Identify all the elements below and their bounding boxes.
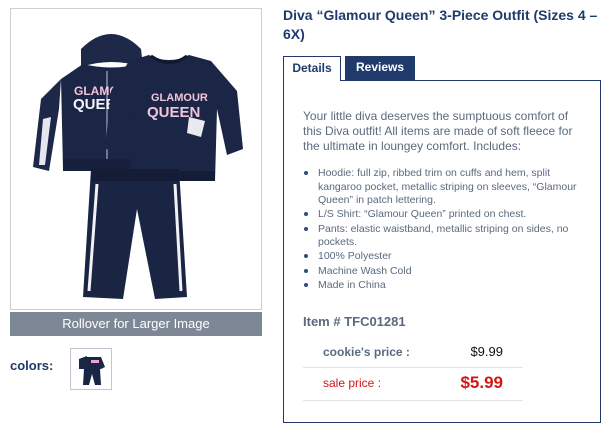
- pants-graphic: [83, 169, 187, 299]
- regular-price-value: $9.99: [470, 344, 503, 359]
- sale-price-label: sale price :: [323, 376, 382, 390]
- color-swatch-navy[interactable]: [70, 348, 112, 390]
- regular-price-label: cookie's price :: [323, 345, 410, 359]
- sale-price-value: $5.99: [460, 373, 503, 392]
- list-item: Made in China: [303, 279, 588, 293]
- rollover-larger-image-link[interactable]: Rollover for Larger Image: [10, 312, 262, 336]
- product-description: Your little diva deserves the sumptuous …: [303, 109, 573, 153]
- sale-price-row: sale price : $5.99: [303, 369, 523, 401]
- list-item: Hoodie: full zip, ribbed trim on cuffs a…: [303, 167, 588, 208]
- swatch-thumbnail-icon: [79, 356, 105, 385]
- item-number: Item # TFC01281: [303, 314, 406, 329]
- bullet-icon: [304, 254, 308, 259]
- list-item: 100% Polyester: [303, 250, 588, 264]
- outfit-illustration: GLAMOUR QUEEN GLAMOUR QUEEN: [33, 34, 243, 299]
- bullet-icon: [304, 282, 308, 287]
- bullet-icon: [304, 268, 308, 273]
- svg-text:GLAMOUR: GLAMOUR: [151, 92, 208, 104]
- product-title: Diva “Glamour Queen” 3-Piece Outfit (Siz…: [283, 7, 598, 42]
- feature-list: Hoodie: full zip, ribbed trim on cuffs a…: [303, 167, 588, 293]
- list-item: L/S Shirt: “Glamour Queen” printed on ch…: [303, 208, 588, 222]
- tab-details[interactable]: Details: [283, 56, 341, 81]
- list-item: Pants: elastic waistband, metallic strip…: [303, 223, 588, 250]
- bullet-icon: [304, 226, 308, 231]
- product-image[interactable]: GLAMOUR QUEEN GLAMOUR QUEEN: [10, 8, 262, 310]
- list-item: Machine Wash Cold: [303, 265, 588, 279]
- tab-reviews[interactable]: Reviews: [345, 56, 415, 80]
- bullet-icon: [304, 212, 308, 217]
- colors-label: colors:: [10, 358, 54, 373]
- regular-price-row: cookie's price : $9.99: [303, 340, 523, 368]
- bullet-icon: [304, 171, 308, 175]
